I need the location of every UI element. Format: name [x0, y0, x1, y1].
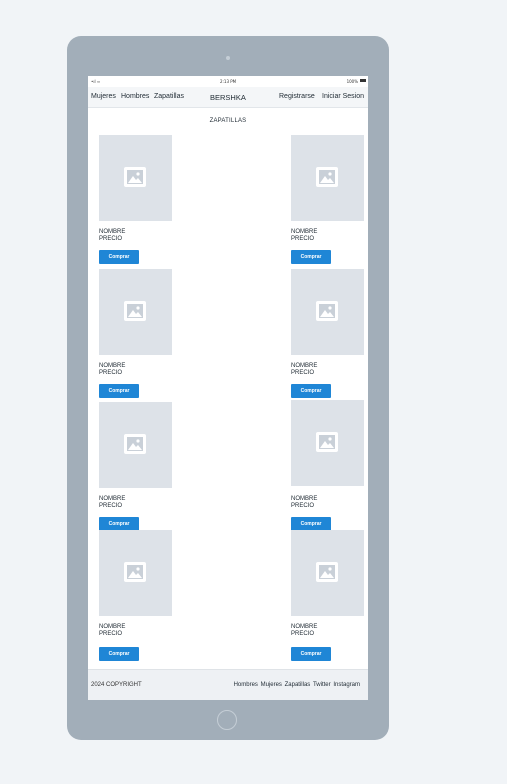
footer: 2024 COPYRIGHT Hombres Mujeres Zapatilla… [88, 669, 368, 700]
nav-link-mujeres[interactable]: Mujeres [91, 93, 116, 100]
product-price: PRECIO [99, 631, 123, 637]
image-placeholder-icon [316, 301, 338, 321]
product-image[interactable] [291, 269, 364, 355]
product-name: NOMBRE [291, 363, 318, 369]
product-name: NOMBRE [99, 496, 126, 502]
footer-link-hombres[interactable]: Hombres [234, 682, 258, 688]
footer-link-instagram[interactable]: Instagram [333, 682, 360, 688]
product-price: PRECIO [99, 503, 123, 509]
signal-indicator: •ıl ≈ [91, 79, 101, 84]
image-placeholder-icon [124, 167, 146, 187]
navbar: Mujeres Hombres Zapatillas BERSHKA Regis… [88, 87, 368, 108]
image-placeholder-icon [124, 562, 146, 582]
product-image[interactable] [291, 530, 364, 616]
buy-button[interactable]: Comprar [291, 647, 331, 661]
footer-link-mujeres[interactable]: Mujeres [261, 682, 282, 688]
register-link[interactable]: Registrarse [279, 93, 315, 100]
product-image[interactable] [99, 402, 172, 488]
product-image[interactable] [291, 135, 364, 221]
buy-button[interactable]: Comprar [291, 517, 331, 531]
product-price: PRECIO [291, 236, 315, 242]
product-price: PRECIO [99, 236, 123, 242]
tablet-frame: •ıl ≈ 2:13 PM 100% Mujeres Hombres Zapat… [67, 36, 389, 740]
product-price: PRECIO [291, 370, 315, 376]
product-name: NOMBRE [99, 229, 126, 235]
screen: •ıl ≈ 2:13 PM 100% Mujeres Hombres Zapat… [88, 76, 368, 700]
product-card: NOMBRE PRECIO Comprar [99, 135, 172, 264]
section-title: ZAPATILLAS [209, 118, 247, 124]
buy-button[interactable]: Comprar [99, 647, 139, 661]
camera-dot [226, 56, 230, 60]
product-name: NOMBRE [99, 624, 126, 630]
product-price: PRECIO [99, 370, 123, 376]
product-name: NOMBRE [291, 229, 318, 235]
footer-link-zapatillas[interactable]: Zapatillas [285, 682, 311, 688]
status-time: 2:13 PM [220, 79, 237, 84]
image-placeholder-icon [316, 432, 338, 452]
product-image[interactable] [291, 400, 364, 486]
product-price: PRECIO [291, 631, 315, 637]
buy-button[interactable]: Comprar [99, 250, 139, 264]
product-card: NOMBRE PRECIO Comprar [291, 400, 364, 531]
battery-percent: 100% [346, 79, 358, 84]
nav-link-hombres[interactable]: Hombres [121, 93, 149, 100]
product-name: NOMBRE [291, 624, 318, 630]
product-card: NOMBRE PRECIO Comprar [291, 269, 364, 398]
image-placeholder-icon [124, 434, 146, 454]
product-image[interactable] [99, 530, 172, 616]
footer-links: Hombres Mujeres Zapatillas Twitter Insta… [233, 682, 360, 688]
product-card: NOMBRE PRECIO Comprar [99, 269, 172, 398]
copyright-text: 2024 COPYRIGHT [91, 682, 142, 688]
product-name: NOMBRE [291, 496, 318, 502]
product-card: NOMBRE PRECIO Comprar [291, 135, 364, 264]
footer-link-twitter[interactable]: Twitter [313, 682, 331, 688]
battery-icon [360, 79, 366, 82]
buy-button[interactable]: Comprar [99, 517, 139, 531]
buy-button[interactable]: Comprar [291, 384, 331, 398]
product-name: NOMBRE [99, 363, 126, 369]
product-image[interactable] [99, 269, 172, 355]
home-button[interactable] [217, 710, 237, 730]
product-card: NOMBRE PRECIO Comprar [291, 530, 364, 661]
product-card: NOMBRE PRECIO Comprar [99, 530, 172, 661]
buy-button[interactable]: Comprar [291, 250, 331, 264]
product-price: PRECIO [291, 503, 315, 509]
login-link[interactable]: Iniciar Sesion [322, 93, 364, 100]
product-image[interactable] [99, 135, 172, 221]
brand-logo[interactable]: BERSHKA [210, 93, 246, 102]
buy-button[interactable]: Comprar [99, 384, 139, 398]
nav-link-zapatillas[interactable]: Zapatillas [154, 93, 184, 100]
image-placeholder-icon [316, 562, 338, 582]
image-placeholder-icon [316, 167, 338, 187]
product-card: NOMBRE PRECIO Comprar [99, 402, 172, 531]
status-bar: •ıl ≈ 2:13 PM 100% [88, 76, 368, 86]
image-placeholder-icon [124, 301, 146, 321]
